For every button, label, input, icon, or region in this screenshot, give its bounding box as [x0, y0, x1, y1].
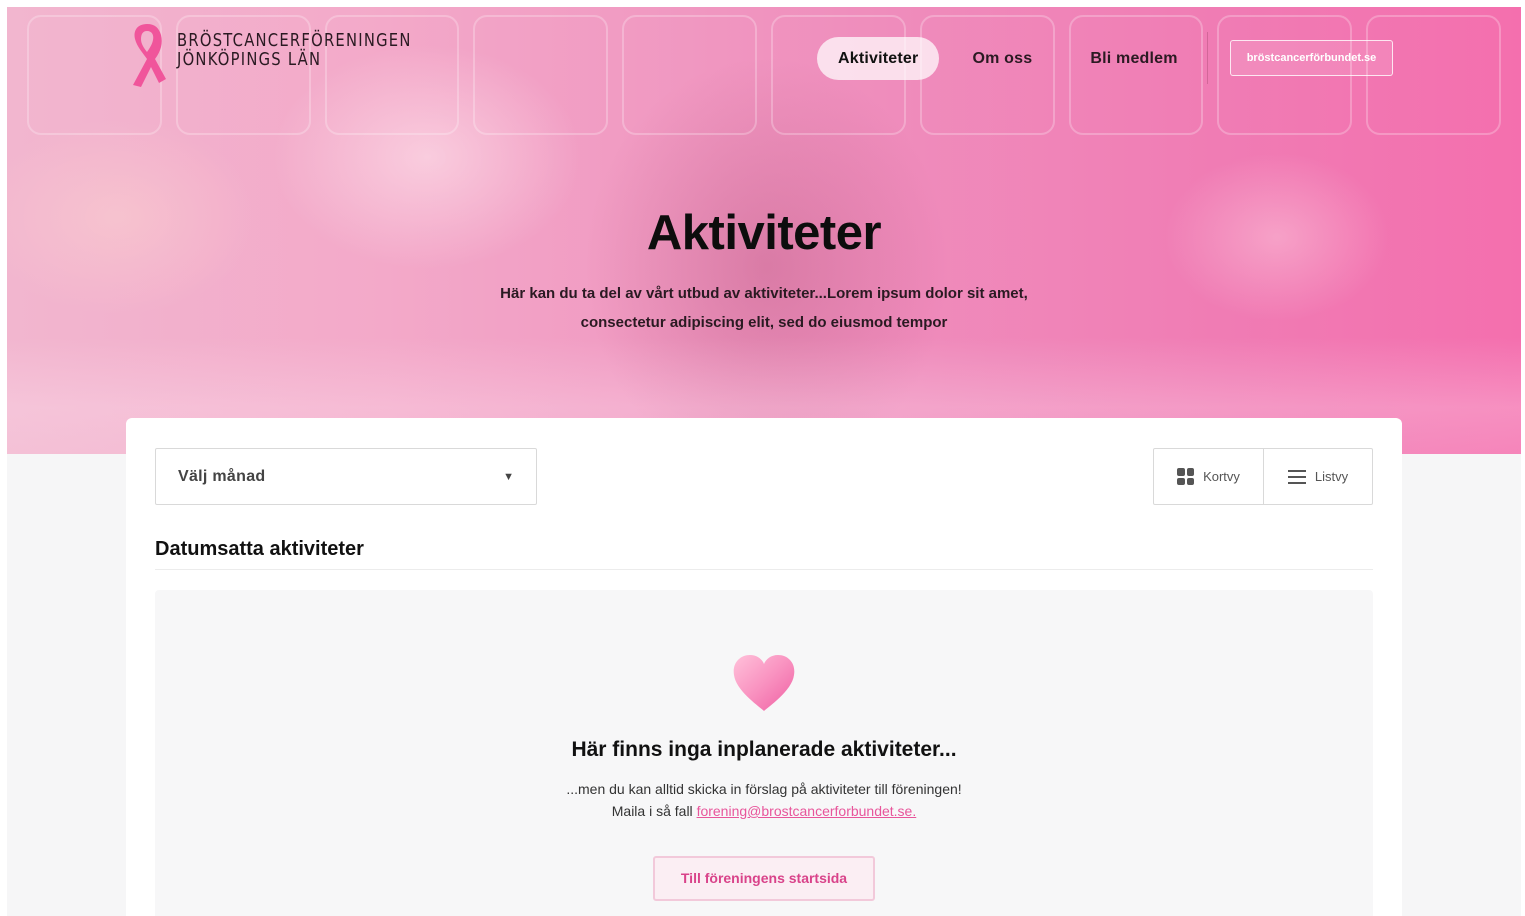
- heart-icon: [733, 655, 795, 711]
- home-button[interactable]: Till föreningens startsida: [653, 856, 875, 901]
- nav-item-aktiviteter[interactable]: Aktiviteter: [817, 36, 940, 80]
- email-link[interactable]: forening@brostcancerforbundet.se.: [697, 803, 917, 819]
- empty-state-text-line-2: Maila i så fall forening@brostcancerforb…: [155, 800, 1373, 822]
- empty-state-text: ...men du kan alltid skicka in förslag p…: [155, 778, 1373, 822]
- page: BRÖSTCANCERFÖRENINGEN JÖNKÖPINGS LÄN Akt…: [7, 7, 1521, 916]
- view-toggle: Kortvy Listvy: [1153, 448, 1373, 505]
- empty-state: Här finns inga inplanerade aktiviteter..…: [155, 590, 1373, 916]
- page-subtitle: Här kan du ta del av vårt utbud av aktiv…: [464, 279, 1064, 337]
- page-subtitle-line-1: Här kan du ta del av vårt utbud av aktiv…: [500, 285, 1028, 302]
- card-view-button[interactable]: Kortvy: [1154, 449, 1263, 504]
- external-site-button[interactable]: bröstcancerförbundet.se: [1229, 40, 1394, 76]
- caret-down-icon: ▼: [503, 470, 514, 483]
- page-subtitle-line-2: consectetur adipiscing elit, sed do eius…: [580, 314, 948, 331]
- grid-icon: [1177, 468, 1195, 485]
- hero-banner: BRÖSTCANCERFÖRENINGEN JÖNKÖPINGS LÄN Akt…: [7, 7, 1521, 454]
- logo-line-1: BRÖSTCANCERFÖRENINGEN: [177, 30, 412, 51]
- pink-ribbon-icon: [133, 24, 166, 87]
- logo-line-2: JÖNKÖPINGS LÄN: [177, 49, 322, 70]
- list-view-label: Listvy: [1314, 469, 1349, 484]
- main-nav: Aktiviteter Om oss Bli medlem bröstcance…: [817, 32, 1394, 84]
- nav-item-bli-medlem[interactable]: Bli medlem: [1069, 37, 1198, 80]
- list-icon: [1287, 469, 1306, 484]
- empty-state-text-line-1: ...men du kan alltid skicka in förslag p…: [566, 781, 962, 797]
- activities-card: Välj månad ▼ Kortvy Listvy Datumsatta ak…: [126, 418, 1402, 916]
- nav-divider: [1206, 32, 1208, 84]
- month-select-value: Välj månad: [178, 467, 266, 485]
- site-logo[interactable]: BRÖSTCANCERFÖRENINGEN JÖNKÖPINGS LÄN: [125, 21, 463, 89]
- month-select[interactable]: Välj månad ▼: [155, 448, 537, 505]
- card-view-label: Kortvy: [1203, 469, 1240, 484]
- empty-state-title: Här finns inga inplanerade aktiviteter..…: [571, 738, 957, 761]
- page-title: Aktiviteter: [646, 206, 882, 260]
- empty-state-text-prefix: Maila i så fall: [611, 803, 693, 819]
- section-divider: [155, 569, 1373, 570]
- list-view-button[interactable]: Listvy: [1263, 449, 1372, 504]
- nav-item-om-oss[interactable]: Om oss: [951, 37, 1053, 80]
- section-title: Datumsatta aktiviteter: [155, 538, 364, 560]
